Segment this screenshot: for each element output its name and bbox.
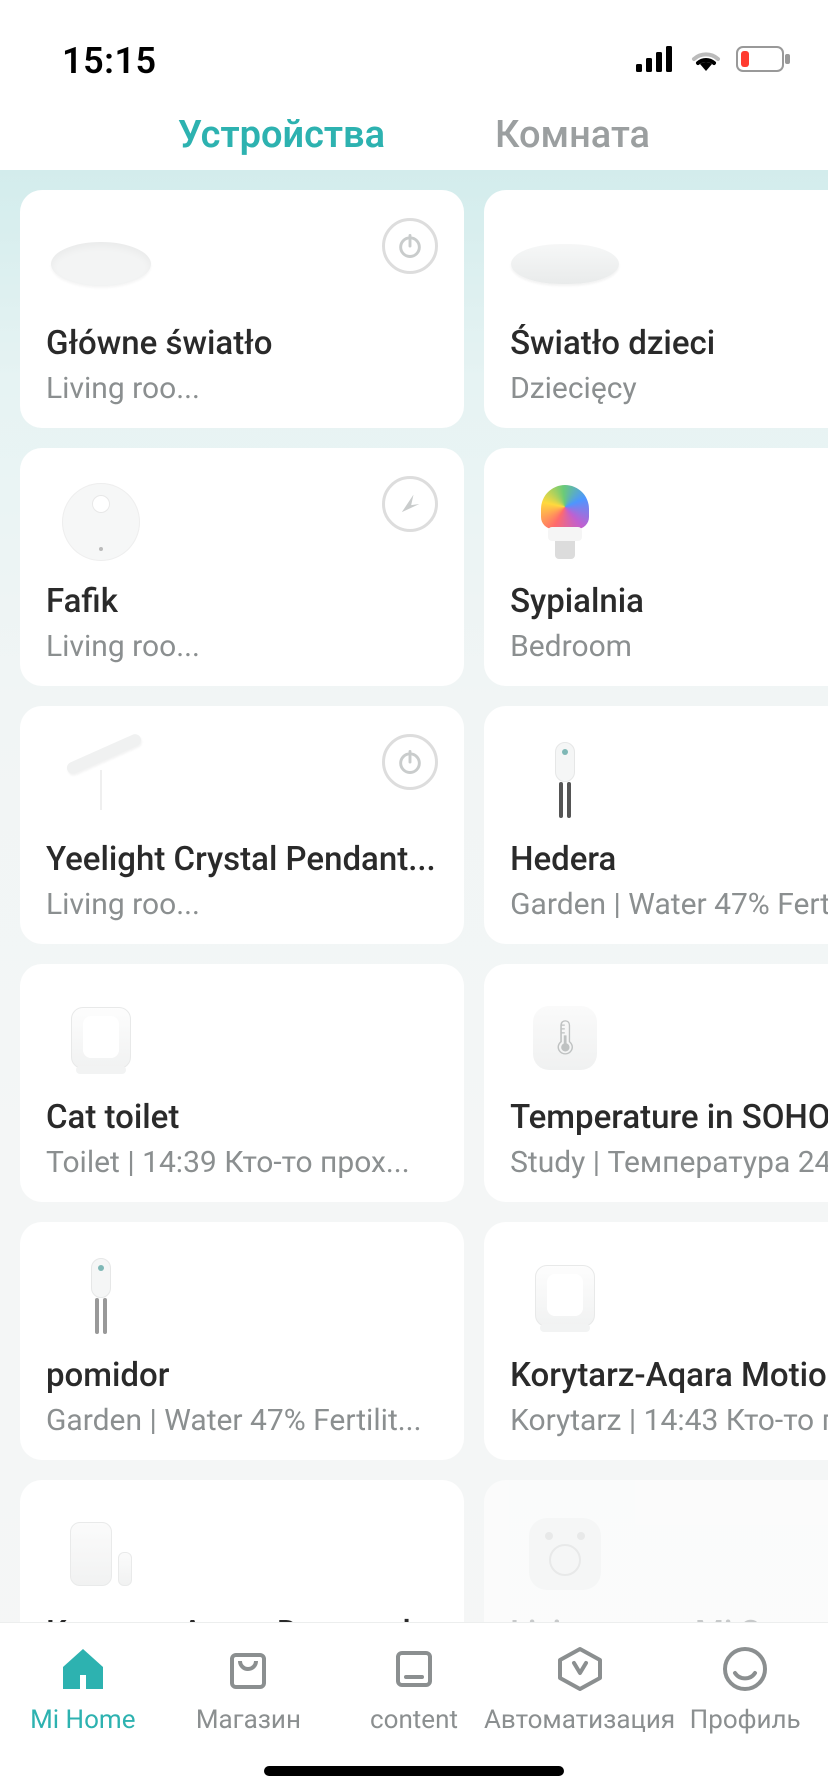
device-name: Światło dzieci [510, 324, 828, 363]
plant-sensor-icon [46, 1246, 156, 1346]
device-name: Fafik [46, 582, 438, 621]
smart-plug-icon [510, 1504, 620, 1604]
cellular-icon [636, 46, 676, 76]
device-name: Cat toilet [46, 1098, 438, 1137]
home-icon [57, 1643, 109, 1695]
device-card[interactable]: Cat toilet Toilet | 14:39 Кто-то прох... [20, 964, 464, 1202]
ceiling-light-icon [510, 214, 620, 314]
device-sub: Garden | Water 47% Fertilit... [46, 1403, 438, 1438]
status-time: 15:15 [62, 40, 157, 82]
nav-label: Магазин [196, 1705, 301, 1735]
device-name: Sypialnia [510, 582, 828, 621]
nav-home[interactable]: Mi Home [5, 1643, 160, 1735]
nav-store[interactable]: Магазин [171, 1643, 326, 1735]
wifi-icon [688, 46, 724, 76]
device-name: Temperature in SOHO [510, 1098, 828, 1137]
home-indicator[interactable] [264, 1766, 564, 1776]
door-sensor-icon [46, 1504, 156, 1604]
device-sub: Bedroom [510, 629, 828, 664]
device-card[interactable]: Yeelight Crystal Pendant... Living roo..… [20, 706, 464, 944]
tab-rooms[interactable]: Комната [495, 113, 650, 157]
vacuum-icon [46, 472, 156, 572]
motion-sensor-icon [510, 1246, 620, 1346]
device-card[interactable]: Korytarz-Aqara Door and... Korytarz | 14… [20, 1480, 464, 1622]
device-card[interactable]: Światło dzieci Dziecięcy [484, 190, 828, 428]
device-name: pomidor [46, 1356, 438, 1395]
status-bar: 15:15 [0, 0, 828, 100]
tab-devices[interactable]: Устройства [178, 113, 385, 157]
nav-profile[interactable]: Профиль [668, 1643, 823, 1735]
motion-sensor-icon [46, 988, 156, 1088]
battery-icon [736, 46, 792, 76]
profile-icon [719, 1643, 771, 1695]
device-sub: Living roo... [46, 371, 438, 406]
device-grid-container[interactable]: Główne światło Living roo... Światło dzi… [0, 170, 828, 1622]
device-sub: Study | Температура 24.0... [510, 1145, 828, 1180]
device-card[interactable]: Hedera Garden | Water 47% Fertilit... [484, 706, 828, 944]
device-name: Korytarz-Aqara Door and... [46, 1614, 438, 1622]
power-button[interactable] [382, 218, 438, 274]
bag-icon [222, 1643, 274, 1695]
nav-label: Mi Home [30, 1705, 135, 1735]
device-card[interactable]: Główne światło Living roo... [20, 190, 464, 428]
automation-icon [554, 1643, 606, 1695]
device-name: Yeelight Crystal Pendant... [46, 840, 438, 879]
device-card[interactable]: Korytarz-Aqara Motion S... Korytarz | 14… [484, 1222, 828, 1460]
status-indicators [636, 46, 792, 76]
locate-button[interactable] [382, 476, 438, 532]
device-card[interactable]: Sypialnia Bedroom [484, 448, 828, 686]
device-name: Główne światło [46, 324, 438, 363]
device-sub: Korytarz | 14:43 Кто-то пр... [510, 1403, 828, 1438]
device-card[interactable]: 🌡 Temperature in SOHO Study | Температур… [484, 964, 828, 1202]
device-sub: Living roo... [46, 629, 438, 664]
power-button[interactable] [382, 734, 438, 790]
device-card[interactable]: Fafik Living roo... [20, 448, 464, 686]
nav-label: content [370, 1705, 458, 1735]
device-sub: Garden | Water 47% Fertilit... [510, 887, 828, 922]
bulb-icon [510, 472, 620, 572]
nav-label: Автоматизация [484, 1705, 675, 1735]
device-sub: Dziecięcy [510, 371, 828, 406]
device-sub: Living roo... [46, 887, 438, 922]
device-card[interactable]: Living room-Mi Smart Plug Living roo... [484, 1480, 828, 1622]
nav-content[interactable]: content [336, 1643, 491, 1735]
device-name: Korytarz-Aqara Motion S... [510, 1356, 828, 1395]
nav-label: Профиль [690, 1705, 801, 1735]
nav-automation[interactable]: Автоматизация [502, 1643, 657, 1735]
content-icon [388, 1643, 440, 1695]
header-tabs: Устройства Комната [0, 100, 828, 170]
device-name: Hedera [510, 840, 828, 879]
device-grid: Główne światło Living roo... Światło dzi… [20, 190, 808, 1622]
device-card[interactable]: pomidor Garden | Water 47% Fertilit... [20, 1222, 464, 1460]
app-viewport: 15:15 Устройства Комната [0, 0, 828, 1792]
device-name: Living room-Mi Smart Plug [510, 1614, 828, 1622]
ceiling-light-icon [46, 214, 156, 314]
temp-sensor-icon: 🌡 [510, 988, 620, 1088]
pendant-light-icon [46, 730, 156, 830]
plant-sensor-icon [510, 730, 620, 830]
device-sub: Toilet | 14:39 Кто-то прох... [46, 1145, 438, 1180]
